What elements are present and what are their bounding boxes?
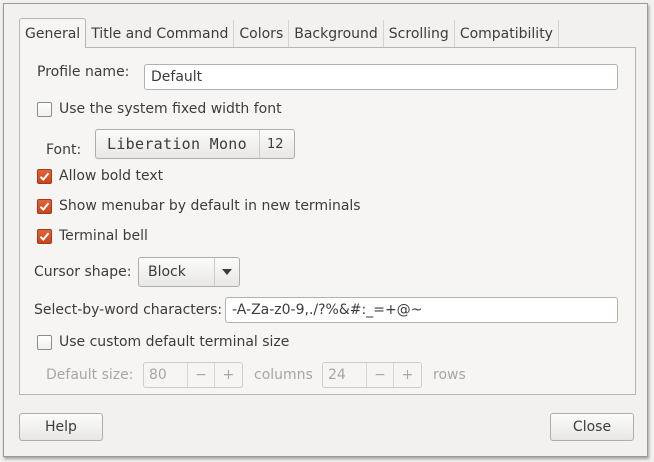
rows-spinner[interactable]: 24 − + bbox=[322, 362, 422, 388]
tab-general[interactable]: General bbox=[19, 18, 87, 48]
bell-row: Terminal bell bbox=[37, 228, 148, 244]
help-button[interactable]: Help bbox=[19, 413, 103, 441]
word-chars-label: Select-by-word characters: bbox=[34, 302, 223, 318]
tab-colors[interactable]: Colors bbox=[234, 20, 290, 48]
custom-size-label: Use custom default terminal size bbox=[59, 334, 290, 350]
fixed-font-checkbox[interactable] bbox=[37, 101, 52, 117]
checkmark-icon bbox=[39, 172, 50, 181]
cursor-shape-value: Block bbox=[139, 258, 215, 286]
rows-increment-button[interactable]: + bbox=[394, 363, 421, 387]
cursor-shape-row: Cursor shape: bbox=[34, 257, 131, 287]
columns-label: columns bbox=[254, 367, 313, 383]
default-size-label: Default size: bbox=[46, 367, 134, 383]
tab-bar: General Title and Command Colors Backgro… bbox=[19, 18, 559, 48]
rows-label: rows bbox=[433, 367, 466, 383]
bold-checkbox[interactable] bbox=[37, 168, 52, 184]
profile-preferences-window: General Title and Command Colors Backgro… bbox=[3, 3, 648, 457]
bold-label: Allow bold text bbox=[59, 168, 164, 184]
font-name: Liberation Mono bbox=[96, 130, 260, 158]
font-label: Font: bbox=[46, 142, 82, 158]
tab-title-and-command[interactable]: Title and Command bbox=[86, 20, 235, 48]
checkmark-icon bbox=[39, 232, 50, 241]
profile-name-row: Profile name: bbox=[37, 64, 129, 80]
menubar-label: Show menubar by default in new terminals bbox=[59, 198, 361, 214]
rows-value[interactable]: 24 bbox=[323, 363, 367, 387]
columns-increment-button[interactable]: + bbox=[215, 363, 242, 387]
close-button[interactable]: Close bbox=[550, 413, 634, 441]
font-size: 12 bbox=[267, 136, 284, 152]
chevron-down-icon bbox=[215, 269, 239, 275]
tab-scrolling[interactable]: Scrolling bbox=[384, 20, 455, 48]
menubar-row: Show menubar by default in new terminals bbox=[37, 198, 361, 214]
word-chars-row: Select-by-word characters: bbox=[34, 297, 222, 323]
profile-name-label: Profile name: bbox=[37, 64, 130, 80]
word-chars-input[interactable]: -A-Za-z0-9,./?%&#:_=+@~ bbox=[225, 297, 618, 323]
font-chooser-button[interactable]: Liberation Mono 12 bbox=[95, 129, 295, 159]
tab-background[interactable]: Background bbox=[289, 20, 384, 48]
rows-decrement-button[interactable]: − bbox=[367, 363, 394, 387]
bell-checkbox[interactable] bbox=[37, 228, 52, 244]
fixed-font-row: Use the system fixed width font bbox=[37, 101, 282, 117]
cursor-shape-dropdown[interactable]: Block bbox=[138, 257, 240, 287]
rows-label-row: rows bbox=[433, 362, 466, 388]
columns-value[interactable]: 80 bbox=[144, 363, 188, 387]
columns-spinner[interactable]: 80 − + bbox=[143, 362, 243, 388]
profile-name-input[interactable]: Default bbox=[144, 64, 618, 90]
checkmark-icon bbox=[39, 202, 50, 211]
columns-label-row: columns bbox=[254, 362, 313, 388]
fixed-font-label: Use the system fixed width font bbox=[59, 101, 282, 117]
tab-compatibility[interactable]: Compatibility bbox=[455, 20, 559, 48]
cursor-shape-label: Cursor shape: bbox=[34, 264, 132, 280]
custom-size-row: Use custom default terminal size bbox=[37, 334, 289, 350]
columns-decrement-button[interactable]: − bbox=[188, 363, 215, 387]
menubar-checkbox[interactable] bbox=[37, 198, 52, 214]
font-row: Font: bbox=[46, 135, 81, 165]
default-size-row: Default size: bbox=[46, 362, 133, 388]
bell-label: Terminal bell bbox=[59, 228, 148, 244]
general-panel: Profile name: Default Use the system fix… bbox=[19, 47, 636, 395]
bold-row: Allow bold text bbox=[37, 168, 163, 184]
custom-size-checkbox[interactable] bbox=[37, 334, 52, 350]
